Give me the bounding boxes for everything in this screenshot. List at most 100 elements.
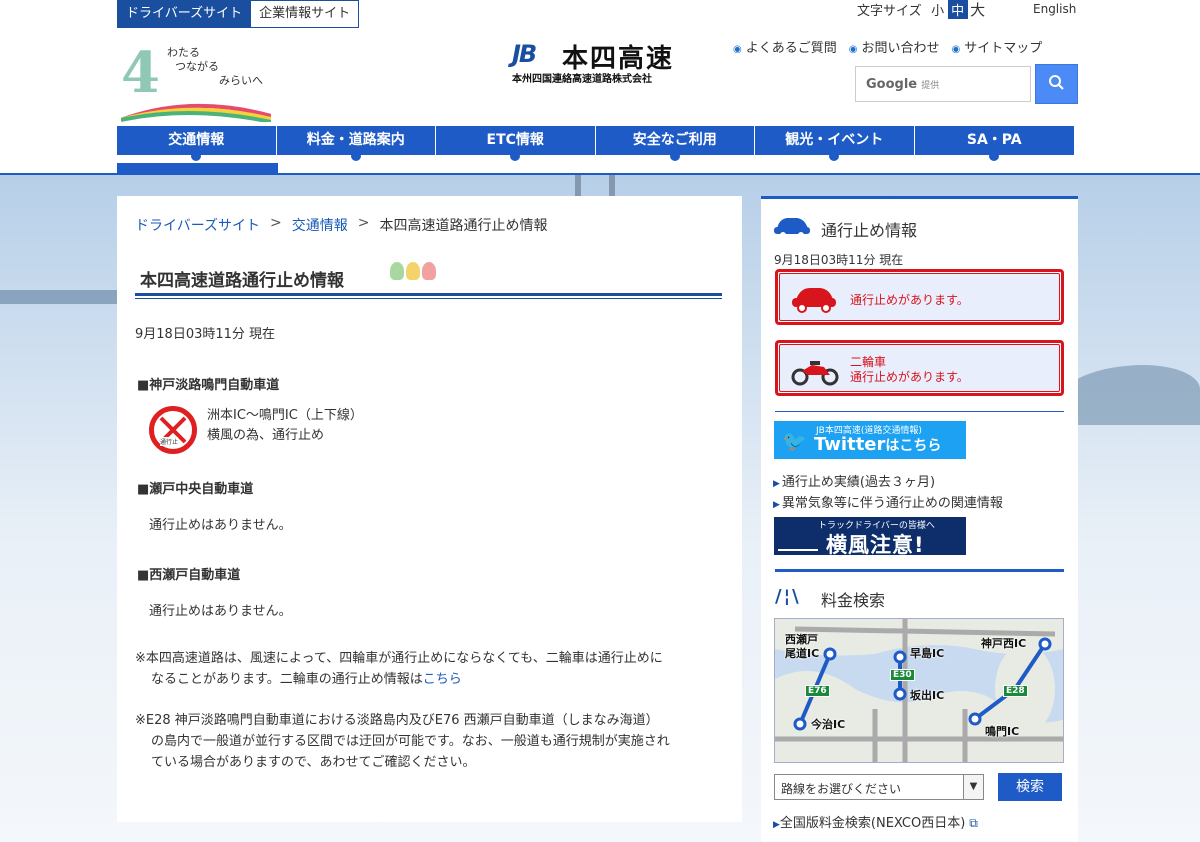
triangle-bullet-icon: ▶ [773,479,780,489]
motorcycle-alert-line-2: 通行止めがあります。 [850,370,969,384]
font-size-switcher: 文字サイズ 小 中 大 [857,0,988,20]
map-label-kobenishi: 神戸西IC [981,637,1027,650]
breadcrumb: ドライバーズサイト > 交通情報 > 本四高速道路通行止め情報 [135,215,548,235]
windsock-icon [778,521,818,551]
car-icon [774,218,810,238]
road-closed-icon-label: 通行止 [160,437,179,446]
road-icon: /¦\ [775,586,801,607]
motorcycle-closure-alert[interactable]: 二輪車 通行止めがあります。 [775,340,1064,396]
note-text: ※本四高速道路は、風速によって、四輪車が通行止めにならなくても、二輪車は通行止め… [135,651,663,666]
font-size-large[interactable]: 大 [968,0,988,20]
external-link-icon: ⧉ [969,816,978,830]
motorcycle-icon [791,361,839,386]
nav-label: 観光・イベント [785,132,884,148]
breadcrumb-traffic-info[interactable]: 交通情報 [292,215,348,235]
rainbow-arc-icon [121,103,271,122]
slogan-logo[interactable]: 4 わたる つながる みらいへ [117,40,277,122]
nav-marker [829,151,840,161]
closure-reason: 横風の為、通行止め [207,428,325,443]
google-brand: Google [866,77,918,92]
tab-corporate-site[interactable]: 企業情報サイト [251,0,360,28]
motorcycle-info-link[interactable]: こちら [423,672,462,687]
font-size-medium[interactable]: 中 [947,0,968,19]
closure-history-link[interactable]: ▶ 通行止め実績(過去３ヶ月) [773,471,935,490]
weather-closure-label: 異常気象等に伴う通行止めの関連情報 [781,496,1003,511]
main-content: ドライバーズサイト > 交通情報 > 本四高速道路通行止め情報 本四高速道路通行… [117,196,742,822]
map-label-sakaide: 坂出IC [910,689,945,702]
contact-link[interactable]: ◉ お問い合わせ [849,37,940,56]
triangle-bullet-icon: ▶ [773,500,780,510]
nav-tourism-events[interactable]: 観光・イベント [755,126,915,161]
faq-link-label: よくあるご質問 [745,41,837,56]
twitter-label: Twitterはこちら [814,434,941,455]
sitemap-link[interactable]: ◉ サイトマップ [952,37,1043,56]
car-closure-alert[interactable]: 通行止めがあります。 [775,269,1064,325]
closure-info-heading: 通行止め情報 [821,221,918,240]
sidebar: 通行止め情報 9月18日03時11分 現在 通行止めがあります。 二輪車 通行止… [761,196,1078,842]
logo-four-mark: 4 [121,40,160,106]
nav-safety[interactable]: 安全なご利用 [595,126,755,161]
global-nav: 交通情報 料金・道路案内 ETC情報 安全なご利用 観光・イベント SA・PA [117,126,1074,161]
breadcrumb-separator: > [357,215,370,231]
detour-note: ※E28 神戸淡路鳴門自動車道における淡路島内及びE76 西瀬戸自動車道（しまな… [135,710,725,773]
toll-search-button[interactable]: 検索 [998,773,1062,801]
sidebar-as-of: 9月18日03時11分 現在 [774,253,904,267]
jb-logo-mark: JB [512,40,537,68]
nav-etc-info[interactable]: ETC情報 [436,126,596,161]
contact-link-label: お問い合わせ [861,41,940,56]
mascot-yellow-icon [406,262,420,280]
company-full-name: 本州四国連絡高速道路株式会社 [512,74,652,85]
search-provided-label: 提供 [921,81,940,91]
triangle-bullet-icon: ▶ [773,820,780,830]
tab-drivers-site[interactable]: ドライバーズサイト [117,0,252,28]
breadcrumb-separator: > [270,215,282,231]
closure-history-label: 通行止め実績(過去３ヶ月) [781,475,936,490]
nav-marker [191,151,202,161]
note-text: の島内で一般道が並行する区間では迂回が可能です。なお、一般道も通行規制が実施され [151,734,670,749]
nexco-toll-search-link[interactable]: ▶全国版料金検索(NEXCO西日本) ⧉ [773,812,978,831]
toll-route-map[interactable]: 西瀬戸 尾道IC 早島IC 神戸西IC 坂出IC 今治IC 鳴門IC E76 E… [774,618,1064,763]
nav-marker [350,151,361,161]
nav-label: ETC情報 [486,132,544,148]
bullet-icon: ◉ [733,44,742,55]
faq-link[interactable]: ◉ よくあるご質問 [733,37,837,56]
search-button[interactable] [1035,64,1078,104]
closure-section: 洲本IC～鳴門IC（上下線） [207,408,363,423]
nav-traffic-info[interactable]: 交通情報 [117,126,277,161]
font-size-small[interactable]: 小 [928,0,948,19]
note-text: ている場合がありますので、あわせてご確認ください。 [151,755,476,770]
mascot-icons [390,262,436,280]
slogan-line-3: みらいへ [219,74,263,87]
english-link[interactable]: English [1033,2,1076,16]
nav-underline [0,173,1200,175]
search-icon [1049,75,1064,90]
search-input[interactable]: Google 提供 [855,66,1031,102]
map-label-hayashima: 早島IC [910,647,945,660]
sidebar-divider [775,411,1064,412]
as-of-timestamp: 9月18日03時11分 現在 [135,327,276,342]
twitter-suffix: はこちら [885,438,942,454]
twitter-banner[interactable]: 🐦 JB本四高速(道路交通情報) Twitterはこちら [774,421,966,459]
nav-label: 交通情報 [168,132,225,148]
nav-label: 料金・道路案内 [306,132,405,148]
section-status-seto-chuo: 通行止めはありません。 [149,518,292,533]
company-logo[interactable]: JB 本四高速 本州四国連絡高速道路株式会社 [512,40,672,85]
section-status-nishiseto: 通行止めはありません。 [149,604,292,619]
note-text: なることがあります。二輪車の通行止め情報は [151,672,423,687]
bullet-icon: ◉ [848,44,858,55]
font-size-label: 文字サイズ [857,3,922,19]
nav-marker [669,151,680,161]
breadcrumb-drivers-site[interactable]: ドライバーズサイト [135,215,260,235]
route-select[interactable]: 路線をお選びください ▼ [774,774,984,800]
road-closed-icon: 通行止 [149,406,197,454]
sidebar-divider [775,569,1064,572]
nav-sa-pa[interactable]: SA・PA [914,126,1074,161]
closure-text: 洲本IC～鳴門IC（上下線） 横風の為、通行止め [207,406,363,446]
nav-toll-road-guide[interactable]: 料金・道路案内 [276,126,436,161]
motorcycle-alert-line-1: 二輪車 [850,355,887,369]
weather-closure-link[interactable]: ▶ 異常気象等に伴う通行止めの関連情報 [773,492,1003,511]
crosswind-warning-banner[interactable]: トラックドライバーの皆様へ 横風注意! [774,517,966,557]
utility-links: ◉ よくあるご質問 ◉ お問い合わせ ◉ サイトマップ [733,37,1042,56]
island-decoration [1060,365,1200,425]
section-heading-nishiseto: ■西瀬戸自動車道 [137,568,241,583]
